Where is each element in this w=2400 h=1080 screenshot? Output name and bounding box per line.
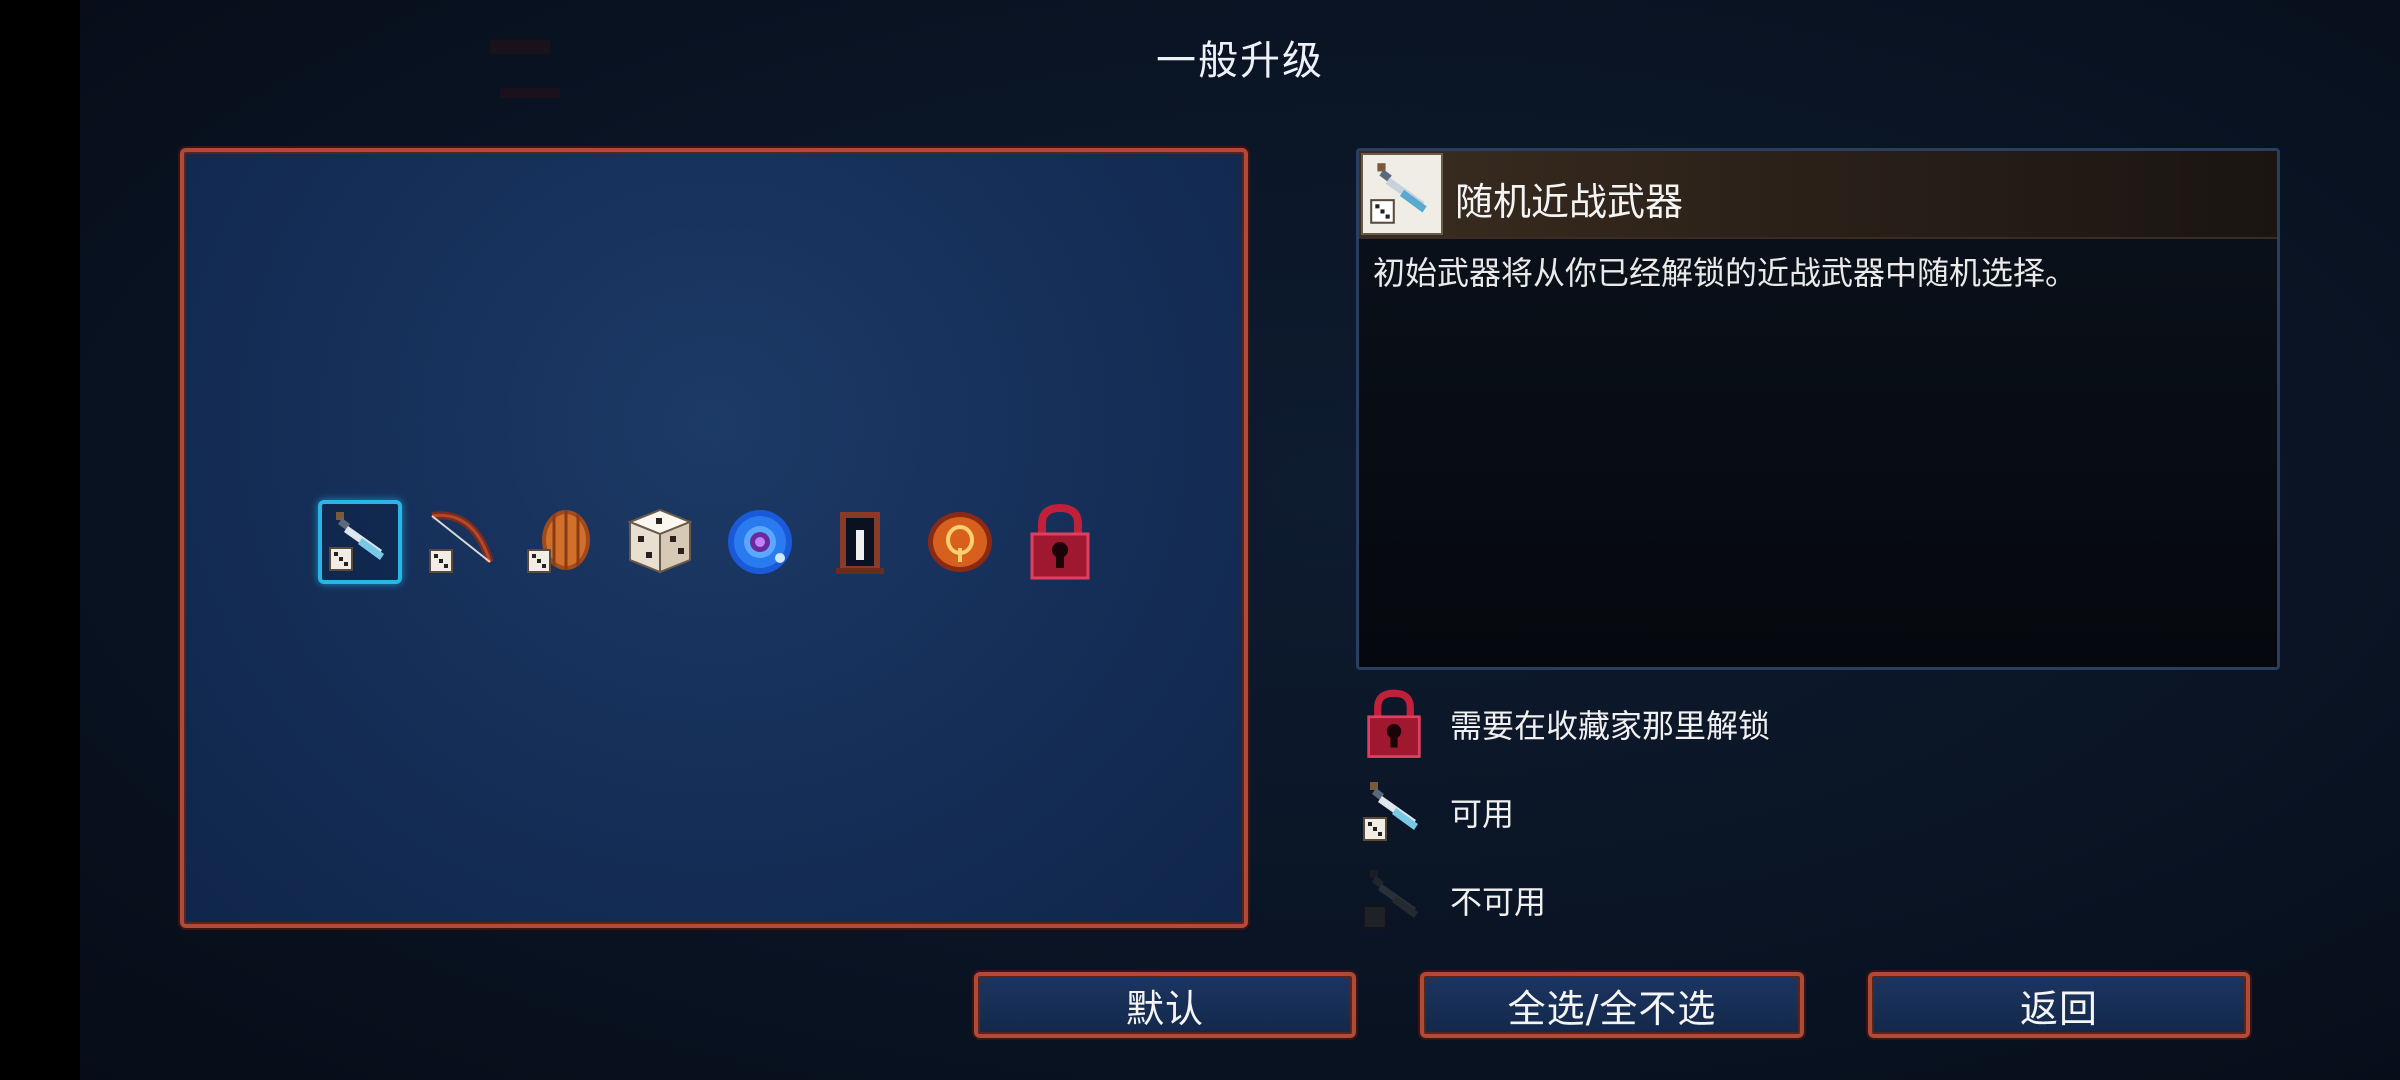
upgrade-slot-row — [318, 500, 1102, 584]
screen-title: 一般升级 — [1156, 38, 1324, 84]
random-melee-weapon-icon — [329, 512, 384, 571]
legend-label: 不可用 — [1450, 883, 1547, 921]
upgrade-slot-random-bow[interactable] — [418, 500, 502, 584]
upgrade-slot-random-melee[interactable] — [318, 500, 402, 584]
detail-icon-frame — [1361, 153, 1443, 235]
legend-label: 需要在收藏家那里解锁 — [1450, 707, 1771, 745]
upgrade-slot-rune-shield[interactable] — [918, 500, 1002, 584]
default-button[interactable]: 默认 — [974, 972, 1356, 1038]
detail-item-description: 初始武器将从你已经解锁的近战武器中随机选择。 — [1373, 254, 2078, 292]
upgrade-slot-blue-orb[interactable] — [718, 500, 802, 584]
blue-orb-icon — [728, 510, 792, 574]
upgrade-slot-locked[interactable] — [1018, 500, 1102, 584]
legend-label: 可用 — [1450, 795, 1515, 833]
upgrade-detail-panel: 随机近战武器 初始武器将从你已经解锁的近战武器中随机选择。 — [1356, 148, 2280, 670]
upgrade-grid-panel — [180, 148, 1248, 928]
unavailable-weapon-icon — [1356, 862, 1432, 938]
red-lock-icon — [1356, 686, 1432, 762]
dice-icon — [627, 508, 693, 574]
available-weapon-icon — [1356, 774, 1432, 850]
background-ghost — [500, 88, 560, 98]
upgrade-slot-dice[interactable] — [618, 500, 702, 584]
game-screen: 一般升级 随机近战武器 初始武器将从你已经解锁的近战武器中随机选择。 需要在收藏… — [0, 0, 2400, 1080]
upgrade-slot-random-shield[interactable] — [518, 500, 602, 584]
legend-available: 可用 — [1356, 774, 1514, 850]
random-melee-weapon-icon — [1370, 163, 1427, 224]
back-button[interactable]: 返回 — [1868, 972, 2250, 1038]
toggle-all-button[interactable]: 全选/全不选 — [1420, 972, 1804, 1038]
detail-item-name: 随机近战武器 — [1455, 180, 1684, 224]
door-frame-icon — [836, 512, 884, 574]
random-bow-icon — [429, 511, 494, 573]
detail-header: 随机近战武器 — [1359, 151, 2277, 239]
legend-unavailable: 不可用 — [1356, 862, 1546, 938]
red-lock-icon — [1030, 503, 1090, 580]
random-shield-icon — [527, 510, 590, 573]
legend-locked: 需要在收藏家那里解锁 — [1356, 686, 1770, 762]
upgrade-slot-door-frame[interactable] — [818, 500, 902, 584]
rune-shield-icon — [928, 512, 992, 572]
